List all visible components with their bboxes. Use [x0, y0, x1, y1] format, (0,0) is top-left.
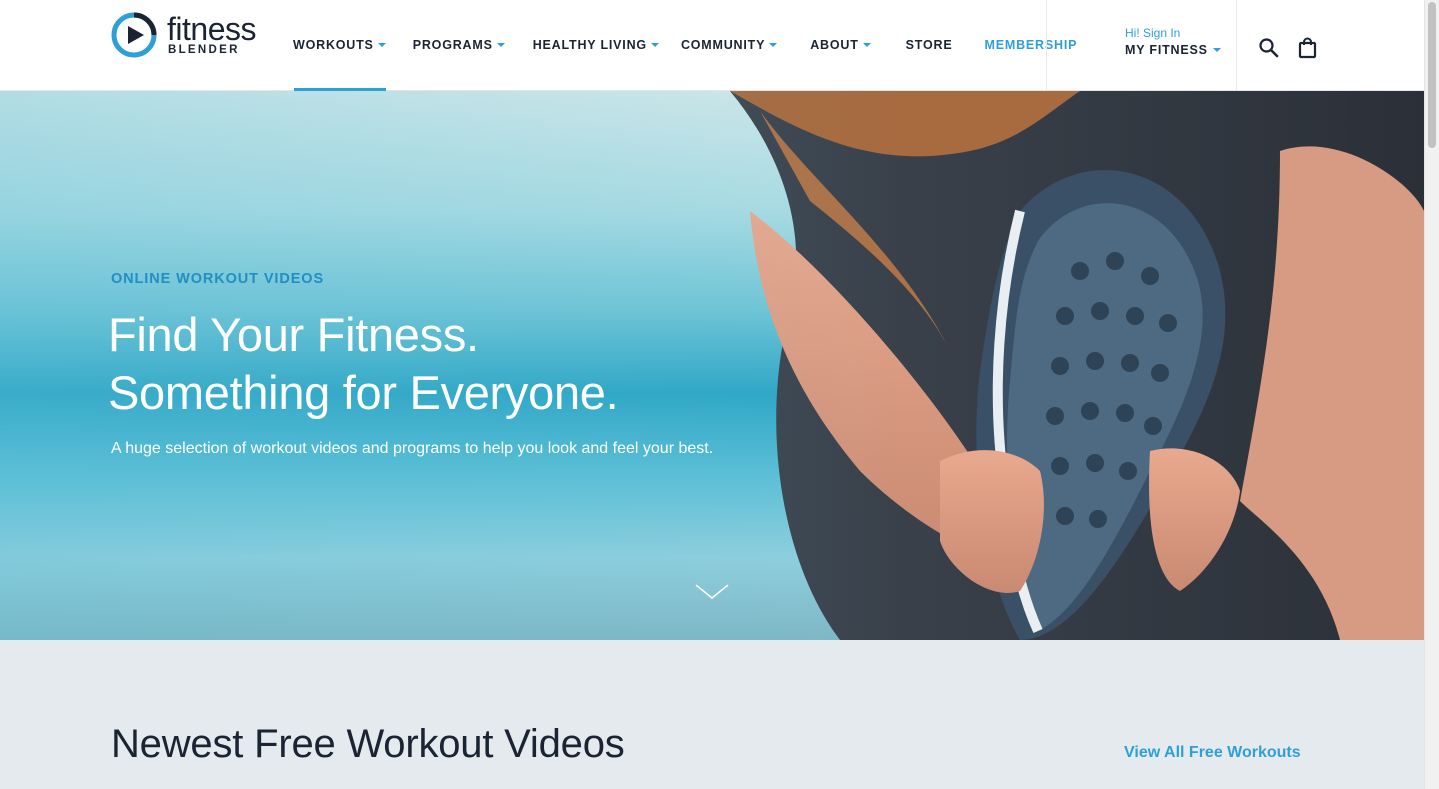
- caret-down-icon: [862, 42, 871, 47]
- nav-community-label: COMMUNITY: [680, 38, 766, 52]
- nav-store[interactable]: STORE: [906, 0, 953, 90]
- nav-about-label: ABOUT: [810, 38, 859, 52]
- site-header: fitness BLENDER WORKOUTS PROGRAMS HEALTH…: [0, 0, 1424, 91]
- header-divider: [1236, 0, 1237, 90]
- sign-in-link[interactable]: Hi! Sign In: [1125, 26, 1221, 40]
- scrollbar-thumb[interactable]: [1428, 2, 1436, 148]
- nav-programs-label: PROGRAMS: [412, 38, 493, 52]
- hero-headline-line-2: Something for Everyone.: [108, 366, 619, 419]
- my-fitness-label: MY FITNESS: [1125, 43, 1208, 57]
- nav-healthy-living[interactable]: HEALTHY LIVING: [533, 0, 659, 90]
- logo-wordmark: fitness: [167, 11, 256, 47]
- caret-down-icon: [650, 42, 659, 47]
- caret-down-icon: [769, 42, 778, 47]
- nav-membership-label: MEMBERSHIP: [984, 38, 1078, 52]
- logo-mark-icon: [111, 12, 157, 58]
- my-fitness-dropdown[interactable]: MY FITNESS: [1125, 43, 1221, 57]
- section-title: Newest Free Workout Videos: [111, 722, 625, 766]
- page-scrollbar[interactable]: [1424, 0, 1439, 789]
- hero-headline: Find Your Fitness. Something for Everyon…: [108, 306, 619, 422]
- logo-subtitle: BLENDER: [168, 44, 240, 56]
- hero-headline-line-1: Find Your Fitness.: [108, 308, 479, 361]
- newest-workouts-section: Newest Free Workout Videos View All Free…: [0, 640, 1424, 789]
- hero-banner: ONLINE WORKOUT VIDEOS Find Your Fitness.…: [0, 91, 1424, 640]
- nav-about[interactable]: ABOUT: [810, 0, 871, 90]
- hero-subtitle: A huge selection of workout videos and p…: [111, 440, 714, 457]
- caret-down-icon: [1212, 48, 1221, 52]
- nav-membership[interactable]: MEMBERSHIP: [985, 0, 1078, 90]
- nav-programs[interactable]: PROGRAMS: [413, 0, 505, 90]
- shopping-bag-icon[interactable]: [1297, 37, 1319, 59]
- nav-workouts[interactable]: WORKOUTS: [293, 0, 386, 91]
- account-menu[interactable]: Hi! Sign In MY FITNESS: [1125, 26, 1221, 57]
- fitness-blender-logo[interactable]: fitness BLENDER: [111, 12, 271, 58]
- nav-community[interactable]: COMMUNITY: [680, 0, 778, 90]
- nav-store-label: STORE: [905, 38, 953, 52]
- header-divider: [1046, 0, 1047, 90]
- hero-eyebrow: ONLINE WORKOUT VIDEOS: [111, 271, 325, 287]
- main-nav: WORKOUTS PROGRAMS HEALTHY LIVING COMMUNI…: [293, 0, 1078, 91]
- chevron-down-icon[interactable]: [695, 583, 729, 601]
- search-icon[interactable]: [1258, 37, 1280, 59]
- caret-down-icon: [377, 42, 386, 47]
- nav-workouts-label: WORKOUTS: [293, 38, 374, 52]
- caret-down-icon: [496, 42, 505, 47]
- nav-healthy-living-label: HEALTHY LIVING: [532, 38, 647, 52]
- view-all-free-workouts-link[interactable]: View All Free Workouts: [1124, 744, 1301, 762]
